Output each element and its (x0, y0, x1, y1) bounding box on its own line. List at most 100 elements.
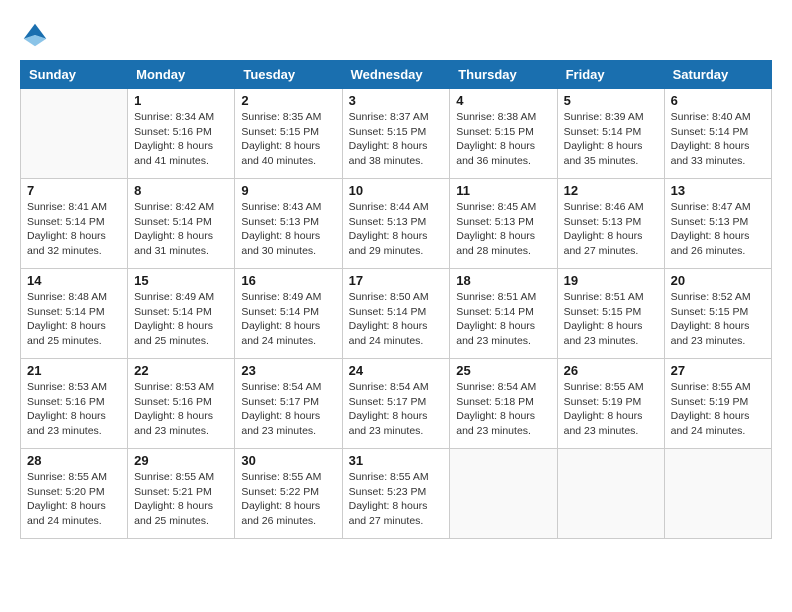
day-number: 26 (564, 363, 658, 378)
day-info: Sunrise: 8:55 AMSunset: 5:19 PMDaylight:… (564, 380, 658, 439)
day-info: Sunrise: 8:53 AMSunset: 5:16 PMDaylight:… (27, 380, 121, 439)
day-number: 8 (134, 183, 228, 198)
day-number: 23 (241, 363, 335, 378)
calendar-header-sunday: Sunday (21, 61, 128, 89)
calendar-day-30: 30Sunrise: 8:55 AMSunset: 5:22 PMDayligh… (235, 449, 342, 539)
day-number: 9 (241, 183, 335, 198)
calendar-header-tuesday: Tuesday (235, 61, 342, 89)
calendar-day-28: 28 Sunrise: 8:55 AMSunset: 5:20 PMDayligh… (21, 449, 128, 539)
calendar-day-7: 7 Sunrise: 8:41 AMSunset: 5:14 PMDaylight… (21, 179, 128, 269)
calendar-day-21: 21 Sunrise: 8:53 AMSunset: 5:16 PMDayligh… (21, 359, 128, 449)
day-info: Sunrise: 8:43 AMSunset: 5:13 PMDaylight:… (241, 200, 335, 259)
calendar-day-14: 14 Sunrise: 8:48 AMSunset: 5:14 PMDayligh… (21, 269, 128, 359)
day-number: 20 (671, 273, 765, 288)
day-info: Sunrise: 8:38 AMSunset: 5:15 PMDaylight:… (456, 110, 550, 169)
day-info: Sunrise: 8:55 AMSunset: 5:21 PMDaylight:… (134, 470, 228, 529)
day-number: 12 (564, 183, 658, 198)
day-number: 17 (349, 273, 444, 288)
day-number: 29 (134, 453, 228, 468)
day-info: Sunrise: 8:44 AMSunset: 5:13 PMDaylight:… (349, 200, 444, 259)
calendar-day-19: 19 Sunrise: 8:51 AMSunset: 5:15 PMDayligh… (557, 269, 664, 359)
calendar-week-3: 14 Sunrise: 8:48 AMSunset: 5:14 PMDayligh… (21, 269, 772, 359)
day-info: Sunrise: 8:53 AMSunset: 5:16 PMDaylight:… (134, 380, 228, 439)
calendar-week-1: 1 Sunrise: 8:34 AMSunset: 5:16 PMDaylight… (21, 89, 772, 179)
calendar-day-18: 18 Sunrise: 8:51 AMSunset: 5:14 PMDayligh… (450, 269, 557, 359)
calendar-day-empty (664, 449, 771, 539)
day-info: Sunrise: 8:54 AMSunset: 5:17 PMDaylight:… (349, 380, 444, 439)
day-number: 3 (349, 93, 444, 108)
day-number: 25 (456, 363, 550, 378)
logo-icon (20, 20, 50, 50)
day-info: Sunrise: 8:55 AMSunset: 5:23 PMDaylight:… (349, 470, 444, 529)
day-number: 4 (456, 93, 550, 108)
day-info: Sunrise: 8:34 AMSunset: 5:16 PMDaylight:… (134, 110, 228, 169)
day-number: 27 (671, 363, 765, 378)
calendar-day-20: 20 Sunrise: 8:52 AMSunset: 5:15 PMDayligh… (664, 269, 771, 359)
calendar-header-saturday: Saturday (664, 61, 771, 89)
day-info: Sunrise: 8:52 AMSunset: 5:15 PMDaylight:… (671, 290, 765, 349)
day-number: 2 (241, 93, 335, 108)
calendar-header-monday: Monday (128, 61, 235, 89)
day-number: 31 (349, 453, 444, 468)
calendar-day-13: 13Sunrise: 8:47 AMSunset: 5:13 PMDayligh… (664, 179, 771, 269)
day-info: Sunrise: 8:49 AMSunset: 5:14 PMDaylight:… (134, 290, 228, 349)
day-info: Sunrise: 8:55 AMSunset: 5:19 PMDaylight:… (671, 380, 765, 439)
calendar-day-12: 12 Sunrise: 8:46 AMSunset: 5:13 PMDayligh… (557, 179, 664, 269)
day-number: 16 (241, 273, 335, 288)
day-number: 11 (456, 183, 550, 198)
day-number: 7 (27, 183, 121, 198)
day-info: Sunrise: 8:55 AMSunset: 5:22 PMDaylight:… (241, 470, 335, 529)
calendar-table: SundayMondayTuesdayWednesdayThursdayFrid… (20, 60, 772, 539)
logo (20, 20, 52, 50)
calendar-header-thursday: Thursday (450, 61, 557, 89)
day-info: Sunrise: 8:48 AMSunset: 5:14 PMDaylight:… (27, 290, 121, 349)
day-number: 5 (564, 93, 658, 108)
calendar-day-15: 15Sunrise: 8:49 AMSunset: 5:14 PMDayligh… (128, 269, 235, 359)
calendar-day-31: 31 Sunrise: 8:55 AMSunset: 5:23 PMDayligh… (342, 449, 450, 539)
calendar-day-empty (450, 449, 557, 539)
day-info: Sunrise: 8:40 AMSunset: 5:14 PMDaylight:… (671, 110, 765, 169)
calendar-week-4: 21 Sunrise: 8:53 AMSunset: 5:16 PMDayligh… (21, 359, 772, 449)
calendar-day-17: 17Sunrise: 8:50 AMSunset: 5:14 PMDayligh… (342, 269, 450, 359)
calendar-day-25: 25 Sunrise: 8:54 AMSunset: 5:18 PMDayligh… (450, 359, 557, 449)
day-number: 19 (564, 273, 658, 288)
day-number: 10 (349, 183, 444, 198)
calendar-header-wednesday: Wednesday (342, 61, 450, 89)
day-number: 18 (456, 273, 550, 288)
day-info: Sunrise: 8:54 AMSunset: 5:17 PMDaylight:… (241, 380, 335, 439)
day-number: 13 (671, 183, 765, 198)
calendar-day-4: 4 Sunrise: 8:38 AMSunset: 5:15 PMDaylight… (450, 89, 557, 179)
day-number: 14 (27, 273, 121, 288)
day-info: Sunrise: 8:49 AMSunset: 5:14 PMDaylight:… (241, 290, 335, 349)
calendar-day-10: 10 Sunrise: 8:44 AMSunset: 5:13 PMDayligh… (342, 179, 450, 269)
day-number: 21 (27, 363, 121, 378)
calendar-day-29: 29 Sunrise: 8:55 AMSunset: 5:21 PMDayligh… (128, 449, 235, 539)
calendar-day-22: 22Sunrise: 8:53 AMSunset: 5:16 PMDayligh… (128, 359, 235, 449)
day-info: Sunrise: 8:41 AMSunset: 5:14 PMDaylight:… (27, 200, 121, 259)
calendar-day-1: 1 Sunrise: 8:34 AMSunset: 5:16 PMDaylight… (128, 89, 235, 179)
day-info: Sunrise: 8:39 AMSunset: 5:14 PMDaylight:… (564, 110, 658, 169)
calendar-day-empty (21, 89, 128, 179)
calendar-day-27: 27 Sunrise: 8:55 AMSunset: 5:19 PMDayligh… (664, 359, 771, 449)
calendar-day-empty (557, 449, 664, 539)
day-number: 28 (27, 453, 121, 468)
day-info: Sunrise: 8:45 AMSunset: 5:13 PMDaylight:… (456, 200, 550, 259)
calendar-day-16: 16 Sunrise: 8:49 AMSunset: 5:14 PMDayligh… (235, 269, 342, 359)
day-info: Sunrise: 8:55 AMSunset: 5:20 PMDaylight:… (27, 470, 121, 529)
day-info: Sunrise: 8:51 AMSunset: 5:14 PMDaylight:… (456, 290, 550, 349)
calendar-week-2: 7 Sunrise: 8:41 AMSunset: 5:14 PMDaylight… (21, 179, 772, 269)
calendar-day-6: 6 Sunrise: 8:40 AMSunset: 5:14 PMDaylight… (664, 89, 771, 179)
calendar-day-11: 11 Sunrise: 8:45 AMSunset: 5:13 PMDayligh… (450, 179, 557, 269)
day-number: 1 (134, 93, 228, 108)
day-info: Sunrise: 8:46 AMSunset: 5:13 PMDaylight:… (564, 200, 658, 259)
day-info: Sunrise: 8:51 AMSunset: 5:15 PMDaylight:… (564, 290, 658, 349)
day-info: Sunrise: 8:37 AMSunset: 5:15 PMDaylight:… (349, 110, 444, 169)
day-info: Sunrise: 8:54 AMSunset: 5:18 PMDaylight:… (456, 380, 550, 439)
calendar-day-5: 5 Sunrise: 8:39 AMSunset: 5:14 PMDaylight… (557, 89, 664, 179)
day-number: 6 (671, 93, 765, 108)
calendar-day-24: 24Sunrise: 8:54 AMSunset: 5:17 PMDayligh… (342, 359, 450, 449)
calendar-day-26: 26 Sunrise: 8:55 AMSunset: 5:19 PMDayligh… (557, 359, 664, 449)
calendar-header-friday: Friday (557, 61, 664, 89)
calendar-day-8: 8Sunrise: 8:42 AMSunset: 5:14 PMDaylight… (128, 179, 235, 269)
calendar-day-9: 9 Sunrise: 8:43 AMSunset: 5:13 PMDaylight… (235, 179, 342, 269)
